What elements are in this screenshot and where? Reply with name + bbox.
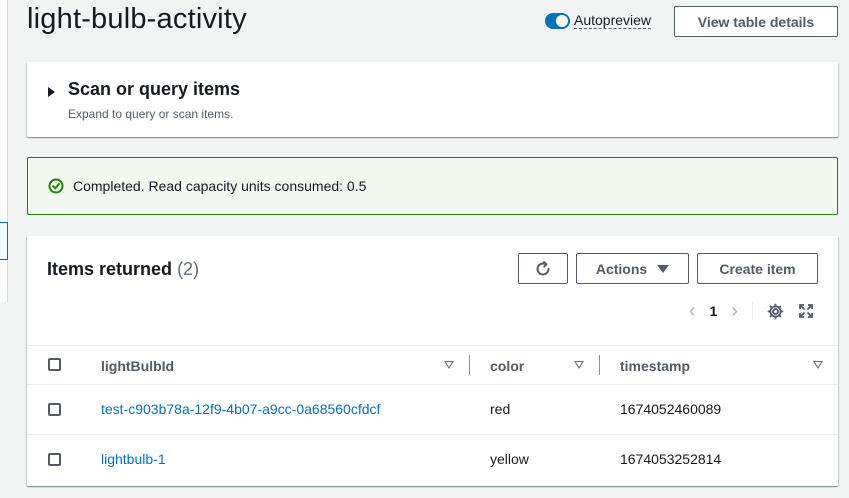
scan-panel-title[interactable]: Scan or query items (68, 79, 240, 100)
chevron-left-icon[interactable]: ‹ (689, 301, 696, 321)
chevron-right-icon[interactable]: › (731, 301, 738, 321)
column-resizer[interactable] (469, 355, 470, 375)
column-header-color[interactable]: color (490, 358, 524, 374)
success-alert: Completed. Read capacity units consumed:… (27, 157, 838, 215)
autopreview-label[interactable]: Autopreview (574, 12, 652, 29)
refresh-icon (536, 260, 550, 275)
caret-down-icon (657, 264, 670, 273)
select-all-checkbox[interactable] (48, 358, 61, 371)
items-returned-panel: Items returned (2) Actions Create item ‹… (27, 236, 838, 486)
table-row[interactable]: test-c903b78a-12f9-4b07-a9cc-0a68560cfdc… (27, 385, 838, 435)
lightbulbid-link[interactable]: test-c903b78a-12f9-4b07-a9cc-0a68560cfdc… (101, 401, 380, 417)
row-checkbox[interactable] (48, 403, 61, 416)
color-cell: yellow (490, 451, 529, 467)
items-title: Items returned (2) (47, 259, 199, 280)
sort-icon[interactable] (813, 361, 823, 369)
table-header: lightBulbId color timestamp (27, 345, 838, 385)
autopreview-toggle[interactable]: Autopreview (545, 12, 652, 29)
items-count: (2) (177, 259, 200, 279)
toggle-icon[interactable] (545, 12, 570, 29)
column-header-lightbulbid[interactable]: lightBulbId (101, 358, 174, 374)
gear-icon[interactable] (767, 303, 784, 320)
check-circle-icon (48, 178, 64, 194)
actions-label: Actions (595, 260, 648, 277)
sort-icon[interactable] (574, 361, 584, 369)
lightbulbid-link[interactable]: lightbulb-1 (101, 451, 166, 467)
table-row[interactable]: lightbulb-1 yellow 1674053252814 (27, 435, 838, 485)
scan-panel-subtitle: Expand to query or scan items. (68, 107, 234, 121)
pagination: ‹ 1 › (689, 301, 814, 321)
page-number[interactable]: 1 (710, 303, 718, 319)
sort-icon[interactable] (444, 361, 454, 369)
column-resizer[interactable] (599, 355, 600, 375)
scan-query-panel[interactable]: Scan or query items Expand to query or s… (27, 62, 838, 137)
refresh-button[interactable] (518, 253, 568, 284)
fullscreen-icon[interactable] (798, 303, 814, 319)
row-checkbox[interactable] (48, 453, 61, 466)
timestamp-cell: 1674052460089 (620, 401, 722, 417)
alert-message: Completed. Read capacity units consumed:… (73, 178, 367, 194)
navigation-panel-edge (0, 0, 8, 302)
page-title: light-bulb-activity (27, 3, 247, 35)
caret-right-icon[interactable] (48, 87, 55, 97)
actions-dropdown-button[interactable]: Actions (576, 253, 689, 284)
timestamp-cell: 1674053252814 (620, 451, 722, 467)
items-title-label: Items returned (47, 259, 173, 279)
pager-divider (752, 302, 753, 320)
nav-selected-item[interactable] (0, 222, 8, 260)
create-item-button[interactable]: Create item (697, 253, 818, 284)
color-cell: red (490, 401, 511, 417)
items-table: lightBulbId color timestamp test-c903b78… (27, 345, 838, 485)
column-header-timestamp[interactable]: timestamp (620, 358, 690, 374)
view-table-details-button[interactable]: View table details (674, 6, 838, 37)
